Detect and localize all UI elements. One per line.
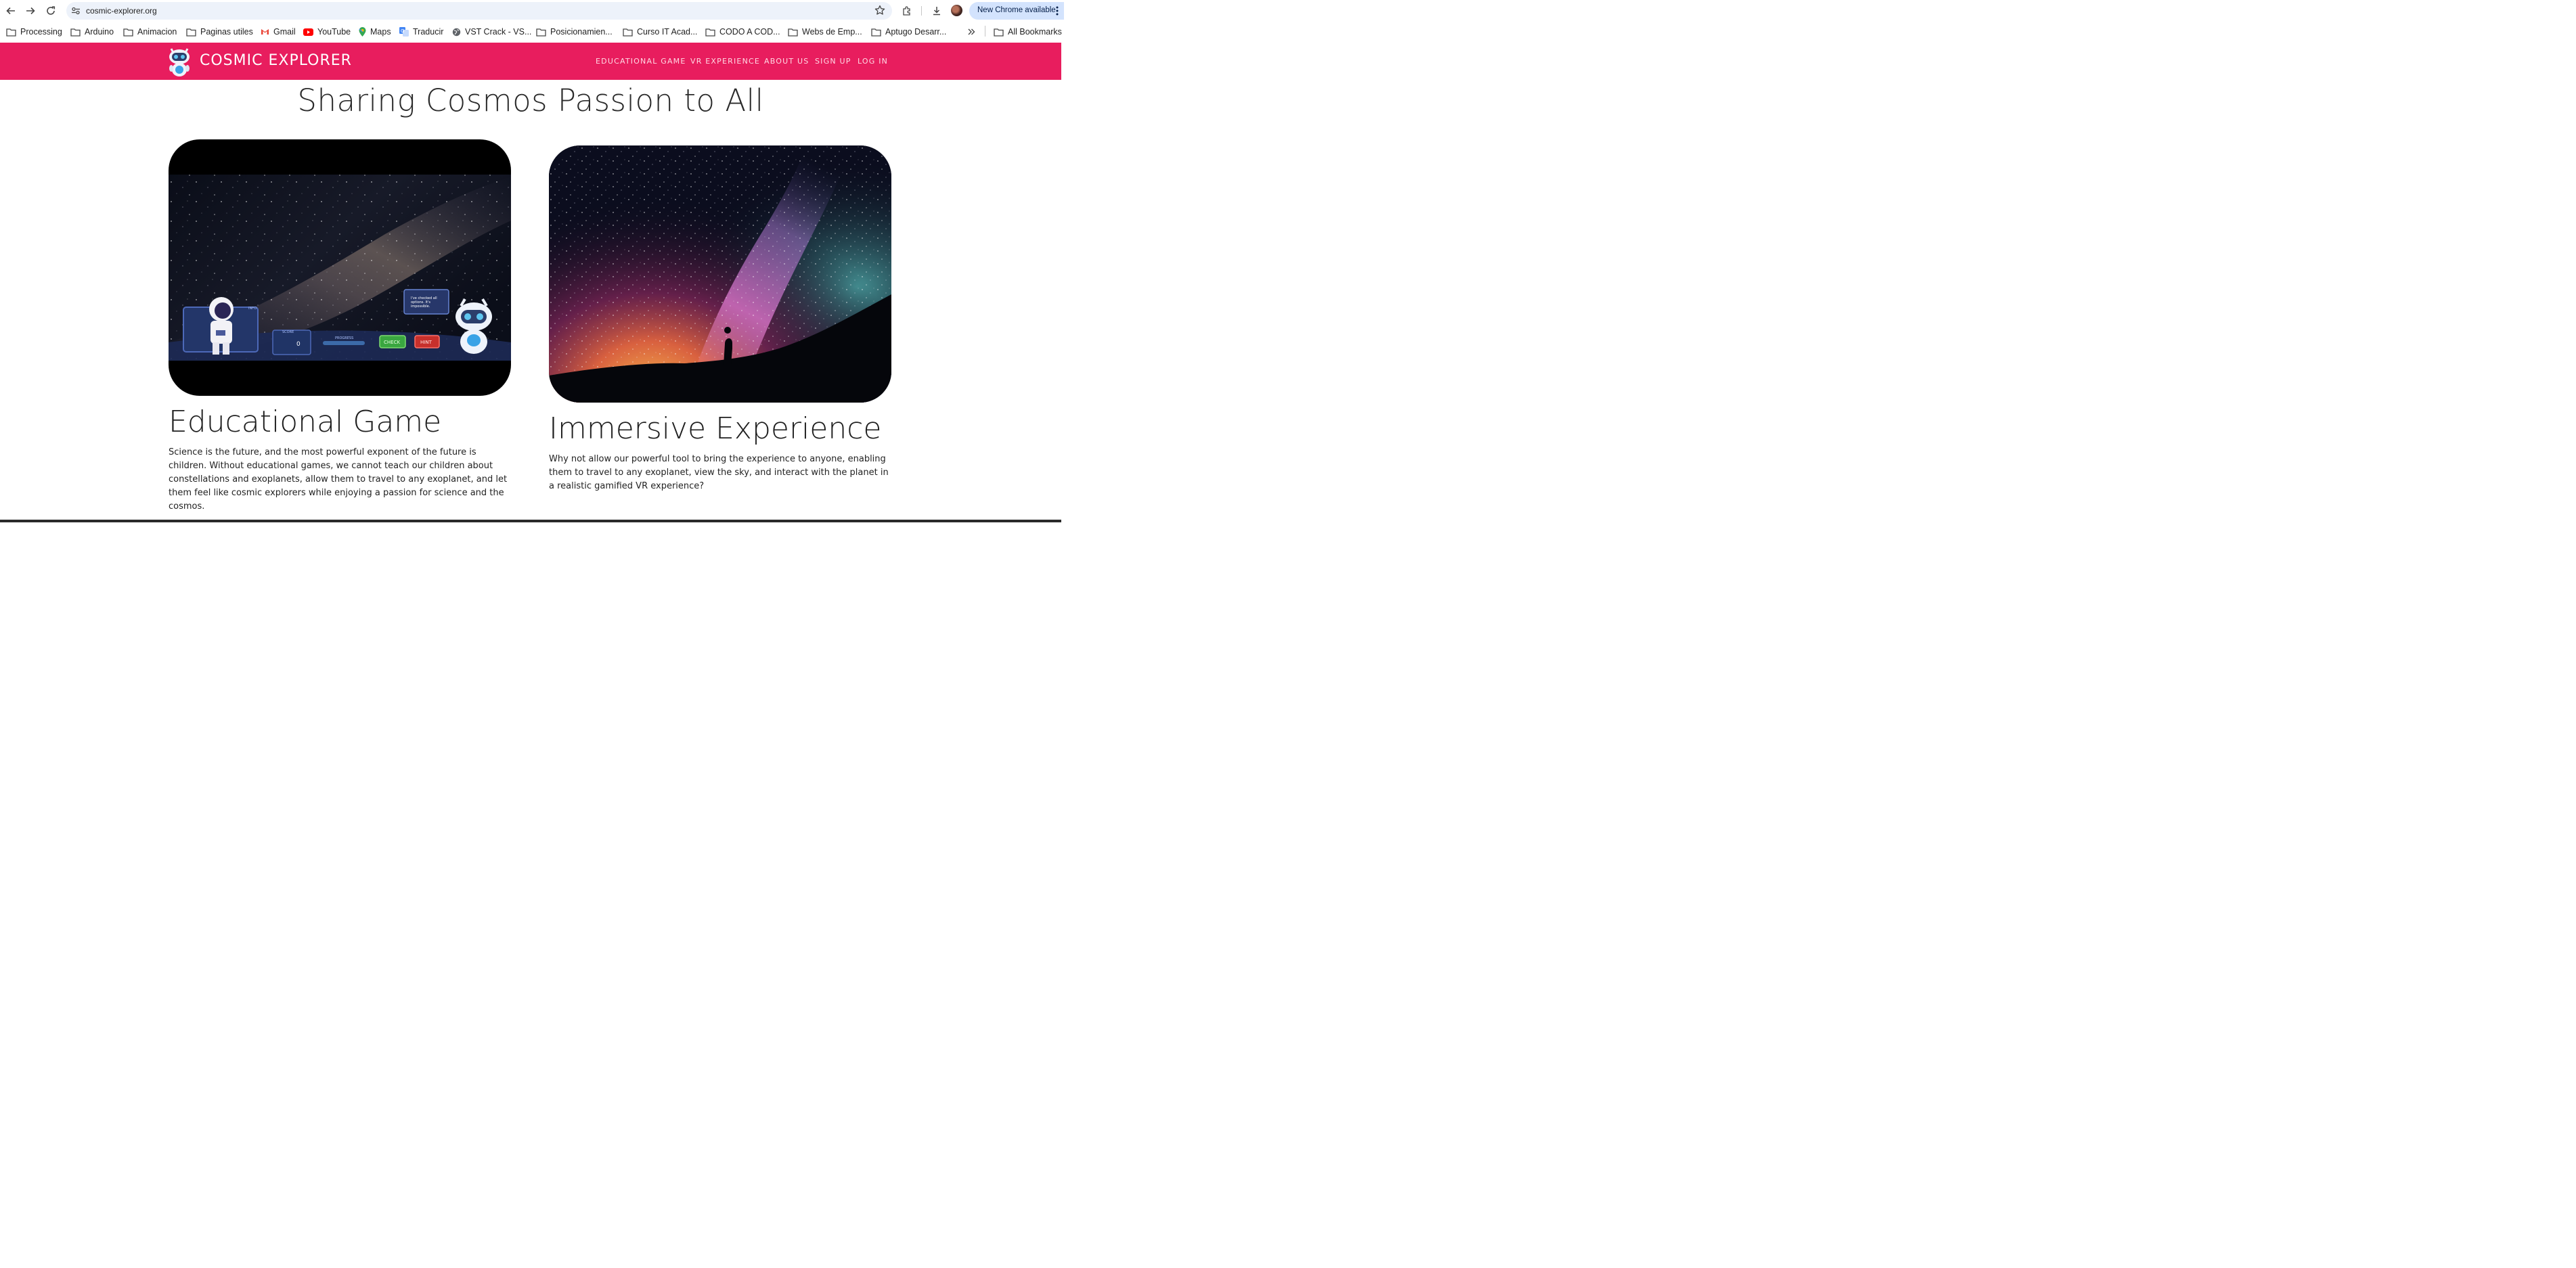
nav-educational-game[interactable]: EDUCATIONAL GAME (596, 57, 686, 66)
site-info-icon[interactable] (71, 5, 81, 18)
folder-icon (186, 28, 196, 37)
forward-icon[interactable] (24, 4, 37, 18)
globe-icon (452, 28, 461, 36)
folder-icon (123, 28, 133, 37)
folder-icon (788, 28, 798, 37)
new-chrome-button[interactable]: New Chrome available (969, 2, 1064, 20)
url-text[interactable]: cosmic-explorer.org (86, 6, 157, 16)
bookmark-maps[interactable]: Maps (359, 26, 391, 38)
bookmark-posicionamiento[interactable]: Posicionamien... (536, 26, 613, 38)
extensions-icon[interactable] (900, 4, 914, 18)
game-speech-line-3: impossible. (411, 304, 430, 309)
bookmark-paginas-utiles[interactable]: Paginas utiles (186, 26, 253, 38)
robot-mascot-logo[interactable] (167, 45, 192, 77)
profile-avatar[interactable] (951, 5, 962, 16)
new-chrome-label: New Chrome available (977, 6, 1056, 14)
youtube-icon (303, 28, 313, 36)
browser-toolbar: cosmic-explorer.org New Chrome available (0, 0, 1064, 22)
bookmarks-bar: Processing Arduino Animacion Paginas uti… (0, 22, 1062, 41)
more-bookmarks-icon[interactable] (967, 26, 975, 38)
folder-icon (6, 28, 16, 37)
toolbar-divider (921, 6, 922, 16)
brand-name[interactable]: COSMIC EXPLORER (200, 52, 352, 69)
nav-sign-up[interactable]: SIGN UP (815, 57, 851, 66)
back-icon[interactable] (4, 4, 18, 18)
bookmark-vst-crack[interactable]: VST Crack - VS... (452, 26, 531, 38)
educational-game-text: Science is the future, and the most powe… (169, 447, 508, 512)
nav-log-in[interactable]: LOG IN (858, 57, 888, 66)
folder-icon (994, 28, 1004, 37)
bookmark-processing[interactable]: Processing (6, 26, 62, 38)
bookmark-star-icon[interactable] (874, 5, 885, 18)
bottom-border (0, 520, 1061, 522)
game-info-label: INFO (248, 307, 257, 311)
immersive-experience-image (549, 145, 891, 403)
game-hint-button: HINT (420, 340, 432, 345)
page-title: Sharing Cosmos Passion to All (297, 83, 764, 118)
svg-text:G: G (401, 28, 404, 34)
game-check-button: CHECK (384, 340, 400, 345)
bookmark-gmail[interactable]: Gmail (261, 26, 296, 38)
nav-vr-experience[interactable]: VR EXPERIENCE (690, 57, 760, 66)
bookmark-animacion[interactable]: Animacion (123, 26, 177, 38)
game-progress-label: PROGRESS (335, 336, 353, 340)
bookmark-webs-de-emp[interactable]: Webs de Emp... (788, 26, 862, 38)
game-score-label: SCORE (282, 330, 294, 334)
nav-about-us[interactable]: ABOUT US (764, 57, 809, 66)
bookmark-codo-a-codo[interactable]: CODO A COD... (705, 26, 780, 38)
bookmark-aptugo[interactable]: Aptugo Desarr... (871, 26, 946, 38)
bookmark-traducir[interactable]: G Traducir (399, 26, 443, 38)
more-menu-icon[interactable] (1055, 5, 1059, 16)
download-icon[interactable] (930, 4, 943, 18)
bookmark-curso-it[interactable]: Curso IT Acad... (623, 26, 697, 38)
game-score-value: 0 (296, 341, 301, 348)
reload-icon[interactable] (44, 4, 58, 18)
gmail-icon (261, 29, 269, 35)
folder-icon (536, 28, 546, 37)
educational-game-title: Educational Game (169, 405, 442, 439)
translate-icon: G (399, 27, 409, 37)
immersive-experience-text: Why not allow our powerful tool to bring… (549, 454, 889, 491)
immersive-experience-title: Immersive Experience (549, 411, 882, 446)
bookmark-arduino[interactable]: Arduino (70, 26, 114, 38)
folder-icon (623, 28, 633, 37)
folder-icon (871, 28, 881, 37)
maps-icon (359, 27, 366, 37)
folder-icon (705, 28, 715, 37)
site-header: COSMIC EXPLORER EDUCATIONAL GAME VR EXPE… (0, 43, 1061, 80)
address-bar[interactable]: cosmic-explorer.org (66, 2, 892, 20)
bookmark-youtube[interactable]: YouTube (303, 26, 351, 38)
folder-icon (70, 28, 81, 37)
educational-game-image: INFO SCORE 0 PROGRESS CHECK HINT I've ch… (169, 139, 511, 396)
all-bookmarks[interactable]: All Bookmarks (994, 26, 1062, 38)
